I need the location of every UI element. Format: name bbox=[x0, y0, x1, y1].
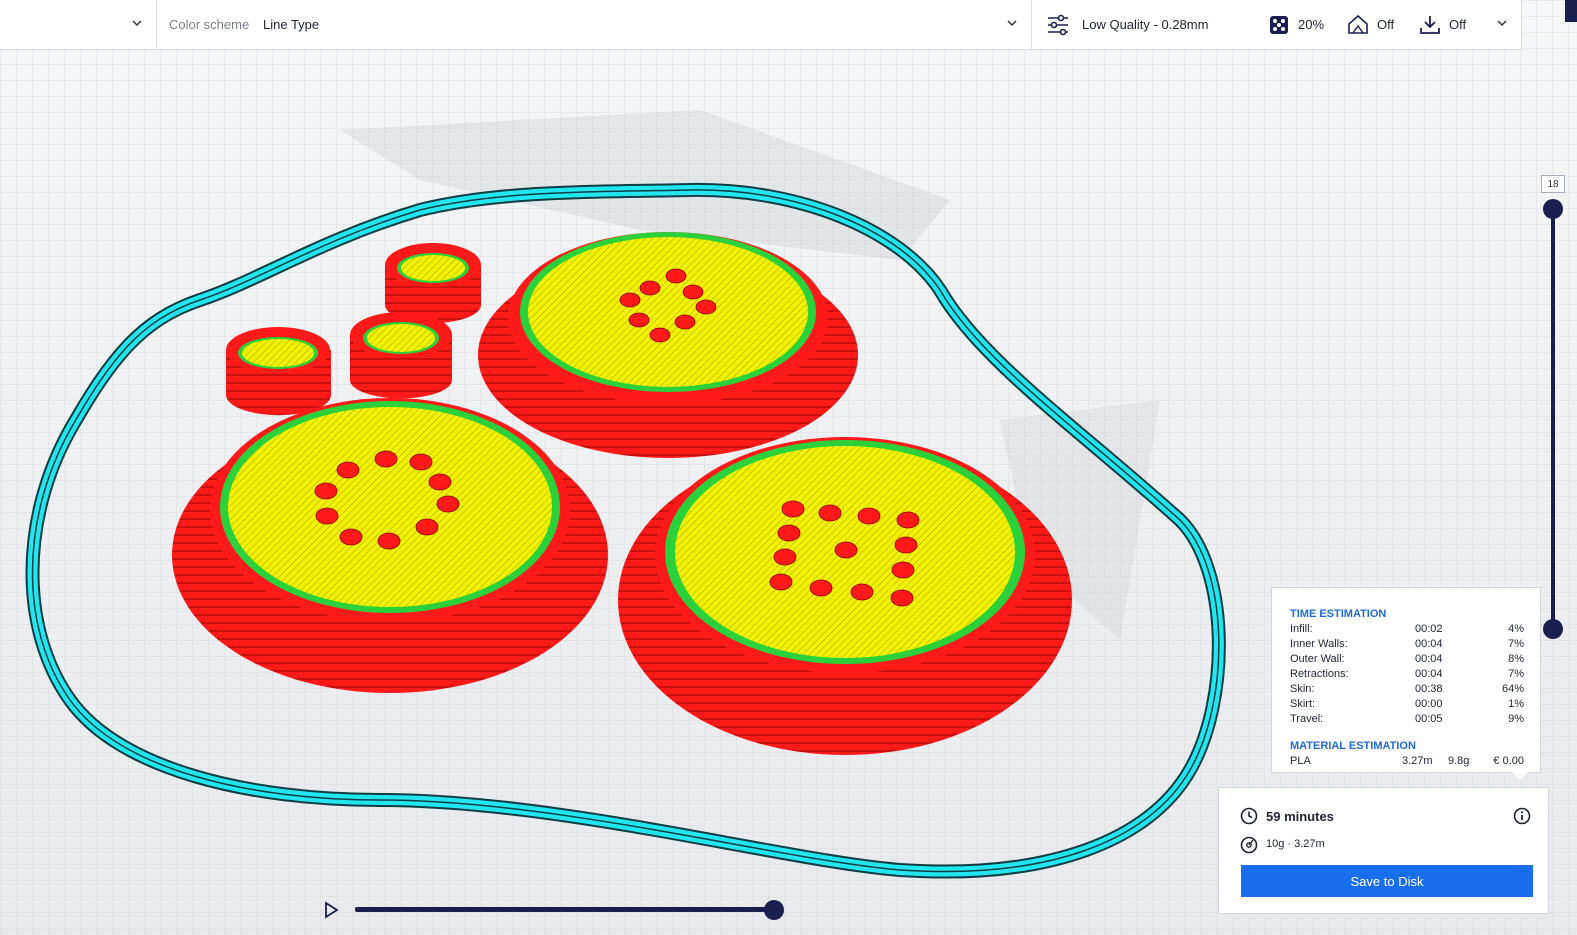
popup-tail bbox=[1512, 772, 1528, 780]
estimation-row: Travel: 00:05 9% bbox=[1290, 713, 1524, 725]
chevron-down-icon bbox=[132, 20, 142, 27]
estimation-row: Skin: 00:38 64% bbox=[1290, 683, 1524, 695]
material-estimation-title: MATERIAL ESTIMATION bbox=[1290, 740, 1416, 752]
small-cylinder-3 bbox=[226, 327, 331, 416]
estimation-popup: TIME ESTIMATION Infill: 00:02 4% Inner W… bbox=[1271, 587, 1541, 773]
chevron-down-icon bbox=[1497, 20, 1507, 27]
adhesion-value: Off bbox=[1449, 17, 1467, 32]
estimation-row: Inner Walls: 00:04 7% bbox=[1290, 638, 1524, 650]
infill-value: 20% bbox=[1298, 17, 1325, 32]
view-selector[interactable] bbox=[0, 0, 157, 50]
small-cylinder-1 bbox=[385, 243, 481, 323]
clock-icon bbox=[1240, 807, 1258, 825]
adhesion-icon bbox=[1420, 16, 1440, 34]
time-estimation-title: TIME ESTIMATION bbox=[1290, 608, 1387, 620]
layer-slider-top-handle[interactable] bbox=[1543, 199, 1563, 219]
toolbar-edge bbox=[1522, 0, 1577, 50]
layer-slider-track[interactable] bbox=[1551, 210, 1555, 630]
filament-spool-icon bbox=[1240, 836, 1258, 854]
save-to-disk-button[interactable]: Save to Disk bbox=[1241, 865, 1533, 897]
color-scheme-value: Line Type bbox=[263, 17, 320, 32]
chevron-down-icon bbox=[1007, 20, 1017, 27]
color-scheme-label: Color scheme bbox=[169, 17, 250, 32]
estimation-row: Infill: 00:02 4% bbox=[1290, 623, 1524, 635]
print-settings-panel[interactable]: Low Quality - 0.28mm 20% Off Off bbox=[1032, 0, 1522, 50]
play-icon[interactable] bbox=[322, 901, 340, 919]
estimation-row: Outer Wall: 00:04 8% bbox=[1290, 653, 1524, 665]
print-duration: 59 minutes bbox=[1266, 809, 1334, 824]
playback-slider-track[interactable] bbox=[355, 907, 775, 912]
estimation-row: Skirt: 00:00 1% bbox=[1290, 698, 1524, 710]
material-row: PLA 3.27m 9.8g € 0.00 bbox=[1290, 755, 1524, 767]
infill-icon bbox=[1270, 16, 1288, 34]
color-scheme-selector[interactable]: Color scheme Line Type bbox=[157, 0, 1032, 50]
playback-slider-handle[interactable] bbox=[764, 900, 784, 920]
small-cylinder-2 bbox=[350, 312, 452, 399]
layer-number-badge[interactable]: 18 bbox=[1541, 175, 1565, 193]
layer-slider-bottom-handle[interactable] bbox=[1543, 619, 1563, 639]
estimation-row: Retractions: 00:04 7% bbox=[1290, 668, 1524, 680]
print-info-card: 59 minutes 10g · 3.27m Save to Disk bbox=[1218, 787, 1549, 914]
print-material-usage: 10g · 3.27m bbox=[1266, 838, 1325, 850]
support-value: Off bbox=[1377, 17, 1395, 32]
support-icon bbox=[1348, 14, 1368, 34]
info-icon[interactable] bbox=[1513, 807, 1531, 825]
settings-sliders-icon bbox=[1048, 14, 1068, 36]
profile-label: Low Quality - 0.28mm bbox=[1082, 17, 1209, 32]
